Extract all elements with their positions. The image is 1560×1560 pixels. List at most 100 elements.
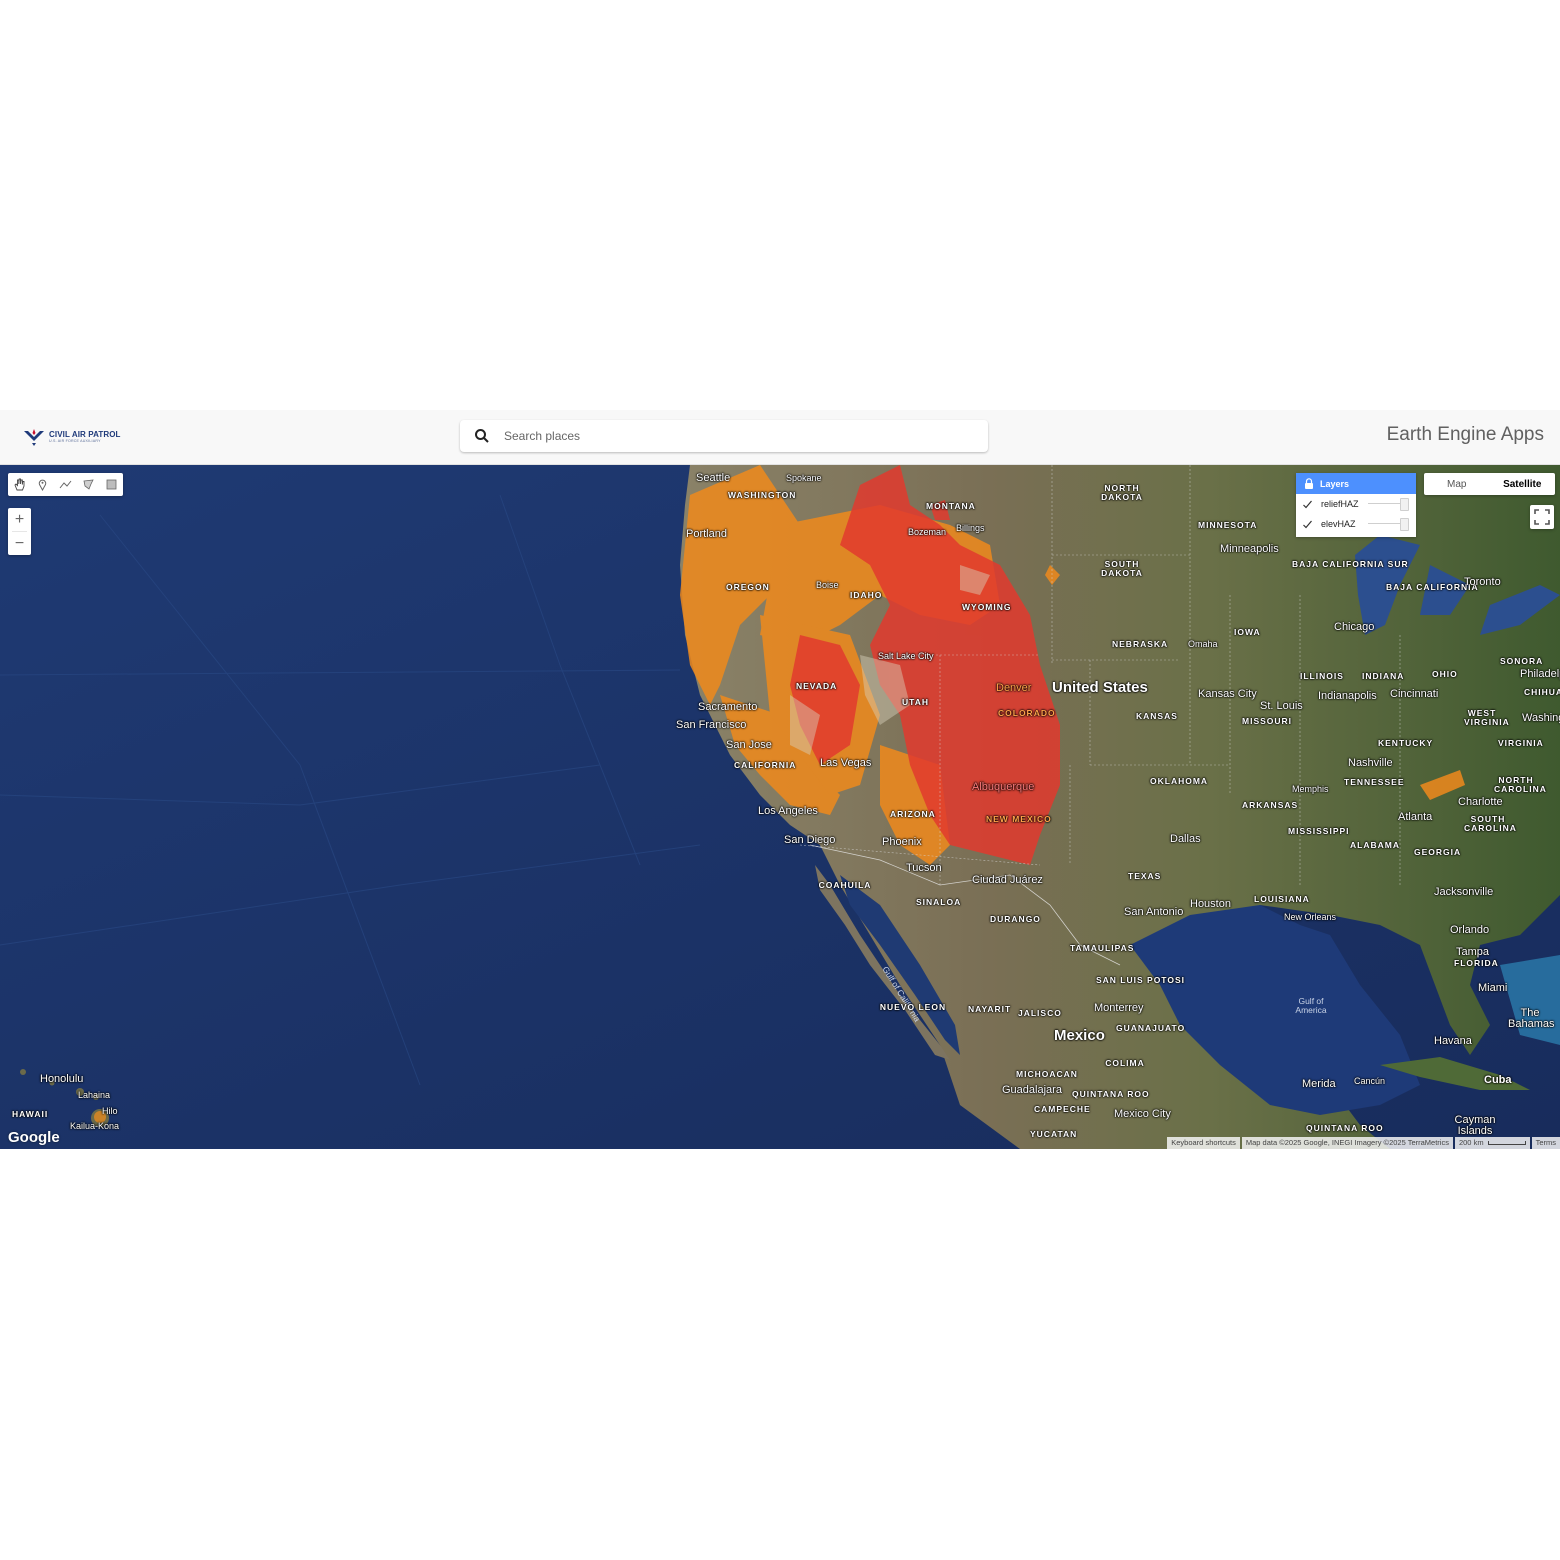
map-label-california: CALIFORNIA [734, 760, 797, 770]
map-label-nuevo-leon: SAN LUIS POTOSI [1096, 975, 1185, 985]
map-label-illinois: ILLINOIS [1300, 671, 1344, 681]
opacity-slider-handle[interactable] [1400, 518, 1409, 531]
map-label-wyoming: WYOMING [962, 602, 1012, 612]
map-label-iowa: IOWA [1234, 627, 1261, 637]
map-label-billings: Billings [956, 523, 985, 533]
map-label-guanajuato: QUINTANA ROO [1072, 1089, 1150, 1099]
map-label-nayarit: MICHOACAN [1016, 1069, 1078, 1079]
map-label-denver: Denver [996, 682, 1032, 694]
map-label-oregon: OREGON [726, 582, 770, 592]
scale-label: 200 km [1458, 1138, 1484, 1147]
map-label-honolulu: Honolulu [40, 1073, 84, 1085]
zoom-control: + − [8, 508, 31, 555]
map-label-boise: Boise [816, 580, 839, 590]
map-label-sonora: SINALOA [916, 897, 962, 907]
map-canvas[interactable]: Seattle Spokane WASHINGTON MONTANA NORTH… [0, 465, 1560, 1149]
map-label-omaha: Omaha [1188, 639, 1218, 649]
map-label-miami: Miami [1478, 982, 1508, 994]
map-label-sacramento: Sacramento [698, 701, 758, 713]
keyboard-shortcuts-link[interactable]: Keyboard shortcuts [1167, 1137, 1240, 1149]
map-label-bozeman: Bozeman [908, 527, 947, 537]
map-label-nashville: Nashville [1348, 757, 1393, 769]
layers-title: Layers [1320, 478, 1350, 489]
zoom-out-button[interactable]: − [8, 532, 31, 555]
map-type-map-button[interactable]: Map [1424, 473, 1490, 495]
map-label-st-louis: St. Louis [1260, 700, 1303, 712]
zoom-in-button[interactable]: + [8, 508, 31, 531]
civil-air-patrol-logo: CIVIL AIR PATROL U.S. AIR FORCE AUXILIAR… [22, 426, 121, 448]
hand-icon[interactable] [8, 473, 31, 496]
map-label-north-carolina: NORTH CAROLINA [1494, 775, 1547, 794]
map-label-atlanta: Atlanta [1398, 811, 1433, 823]
map-label-chihuahua: DURANGO [990, 914, 1041, 924]
map-label-cuba: Cuba [1484, 1074, 1512, 1086]
map-label-minneapolis: Minneapolis [1220, 543, 1279, 555]
map-label-houston: Houston [1190, 898, 1231, 910]
map-label-colima: YUCATAN [1030, 1129, 1078, 1139]
search-input[interactable] [504, 420, 974, 452]
map-label-seattle: Seattle [696, 472, 731, 484]
map-label-montana: MONTANA [926, 501, 976, 511]
map-label-durango: JALISCO [1018, 1008, 1062, 1018]
opacity-slider-handle[interactable] [1400, 498, 1409, 511]
lock-icon [1305, 478, 1313, 489]
map-label-new-orleans: New Orleans [1284, 912, 1337, 922]
map-label-texas: TEXAS [1128, 871, 1162, 881]
map-label-florida: FLORIDA [1454, 958, 1499, 968]
logo-subtitle: U.S. AIR FORCE AUXILIARY [49, 438, 101, 443]
line-icon[interactable] [54, 473, 77, 496]
terms-link[interactable]: Terms [1531, 1137, 1560, 1149]
map-label-utah: UTAH [902, 697, 929, 707]
map-label-cancun: Cancún [1354, 1076, 1386, 1086]
map-label-sinaloa: NAYARIT [968, 1004, 1012, 1014]
layer-name: reliefHAZ [1321, 499, 1359, 509]
map-label-kansas: KANSAS [1136, 711, 1178, 721]
map-label-louisiana: LOUISIANA [1254, 894, 1310, 904]
scale-indicator[interactable]: 200 km [1454, 1137, 1530, 1149]
map-label-north-dakota: NORTH DAKOTA [1101, 483, 1143, 502]
map-label-mississippi: MISSISSIPPI [1288, 826, 1350, 836]
map-label-wisconsin: BAJA CALIFORNIA SUR [1292, 559, 1409, 569]
map-label-chicago: Chicago [1334, 621, 1375, 633]
map-label-united-states: United States [1052, 679, 1148, 696]
map-label-cincinnati: Cincinnati [1390, 688, 1439, 700]
map-label-georgia: GEORGIA [1414, 847, 1462, 857]
checkmark-icon[interactable] [1302, 499, 1313, 510]
map-label-oklahoma: OKLAHOMA [1150, 776, 1209, 786]
map-label-phoenix: Phoenix [882, 836, 922, 848]
fullscreen-button[interactable] [1530, 505, 1554, 529]
map-label-mexico: Mexico [1054, 1027, 1105, 1044]
map-label-monterrey: Monterrey [1094, 1002, 1144, 1014]
map-label-the-bahamas: The Bahamas [1508, 1007, 1555, 1030]
map-label-kansas-city: Kansas City [1198, 688, 1257, 700]
map-label-hilo: Hilo [102, 1106, 118, 1116]
map-label-san-antonio: San Antonio [1124, 906, 1184, 918]
map-label-albuquerque: Albuquerque [972, 781, 1035, 793]
drawing-toolbar [8, 473, 123, 496]
map-label-jalisco: CAMPECHE [1034, 1104, 1091, 1114]
map-type-satellite-button[interactable]: Satellite [1490, 473, 1556, 495]
map-attribution: Map data ©2025 Google, INEGI Imagery ©20… [1241, 1137, 1453, 1149]
map-label-alabama: ALABAMA [1350, 840, 1400, 850]
map-label-new-mexico: NEW MEXICO [986, 814, 1052, 824]
map-footer: Keyboard shortcuts Map data ©2025 Google… [1165, 1137, 1560, 1149]
point-icon[interactable] [31, 473, 54, 496]
app-title[interactable]: Earth Engine Apps [1387, 424, 1544, 446]
layers-header[interactable]: Layers [1296, 473, 1416, 494]
map-label-jacksonville: Jacksonville [1434, 886, 1494, 898]
map-label-san-jose: San Jose [726, 739, 772, 751]
map-label-san-luis-potosi: COLIMA [1105, 1058, 1145, 1068]
map-label-campeche: QUINTANA ROO [1306, 1123, 1384, 1133]
map-label-ciudad-juarez: Ciudad Juárez [972, 874, 1043, 886]
map-label-virginia: VIRGINIA [1498, 738, 1544, 748]
search-box[interactable] [460, 420, 988, 452]
map-label-coahuila: TAMAULIPAS [1070, 943, 1135, 953]
map-label-kentucky: KENTUCKY [1378, 738, 1434, 748]
map-label-kailua-kona: Kailua-Kona [70, 1121, 120, 1131]
polygon-icon[interactable] [77, 473, 100, 496]
checkmark-icon[interactable] [1302, 519, 1313, 530]
map-label-south-dakota: SOUTH DAKOTA [1101, 559, 1143, 578]
map-label-washington-state: WASHINGTON [728, 490, 797, 500]
rectangle-icon[interactable] [100, 473, 123, 496]
google-logo: Google [8, 1129, 60, 1146]
